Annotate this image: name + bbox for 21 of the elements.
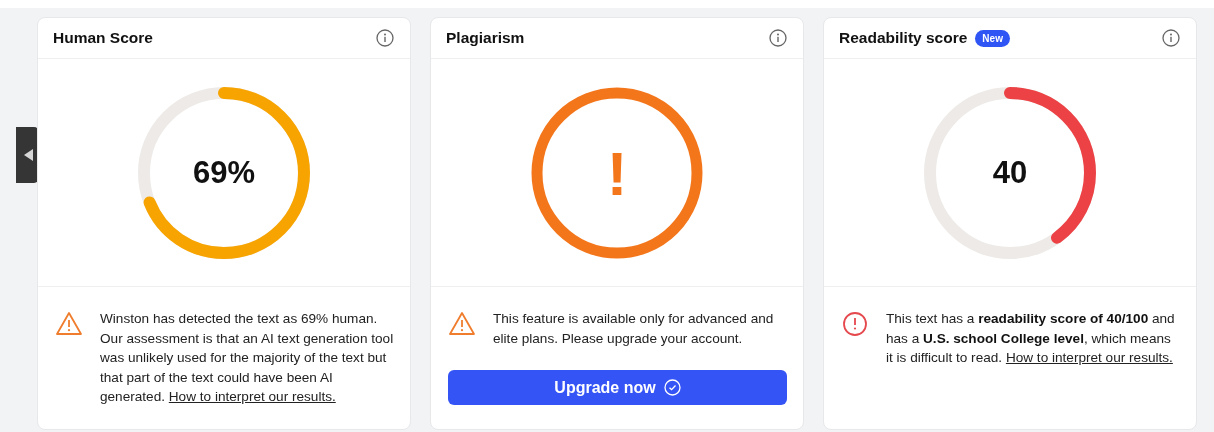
interpret-link[interactable]: How to interpret our results. (168, 389, 336, 404)
notice-text: This feature is available only for advanced and elite plans. Please upgrade your account. (493, 310, 775, 348)
card-title: Readability score (839, 29, 968, 47)
warning-icon (448, 311, 476, 337)
card-title: Plagiarism (446, 29, 525, 47)
info-icon[interactable] (1162, 29, 1180, 47)
score-value: 40 (992, 154, 1028, 191)
info-icon[interactable] (769, 29, 787, 47)
warning-icon (55, 311, 83, 337)
exclamation-mark: ! (606, 137, 628, 208)
upgrade-button[interactable]: Upgrade now (448, 370, 787, 405)
notice-text: This text has a readability score of 40/100 and has a U.S. school College level, which means it is difficult to read. How to interpret our results. (886, 310, 1176, 367)
alert-circle-icon (841, 311, 869, 337)
notice-text: Winston has detected the text as 69% human. Our assessment is that an AI text generation tool was unlikely used for the majority of the text but that part of the text could have been AI generated. How to interpret our results. (100, 310, 394, 406)
check-circle-icon (663, 379, 681, 396)
score-value: 69% (193, 154, 255, 191)
collapse-tab[interactable] (16, 127, 39, 183)
interpret-link[interactable]: How to interpret our results. (1005, 350, 1173, 365)
new-badge: New (975, 29, 1010, 47)
info-icon[interactable] (376, 29, 394, 47)
card-title: Human Score (53, 29, 153, 47)
